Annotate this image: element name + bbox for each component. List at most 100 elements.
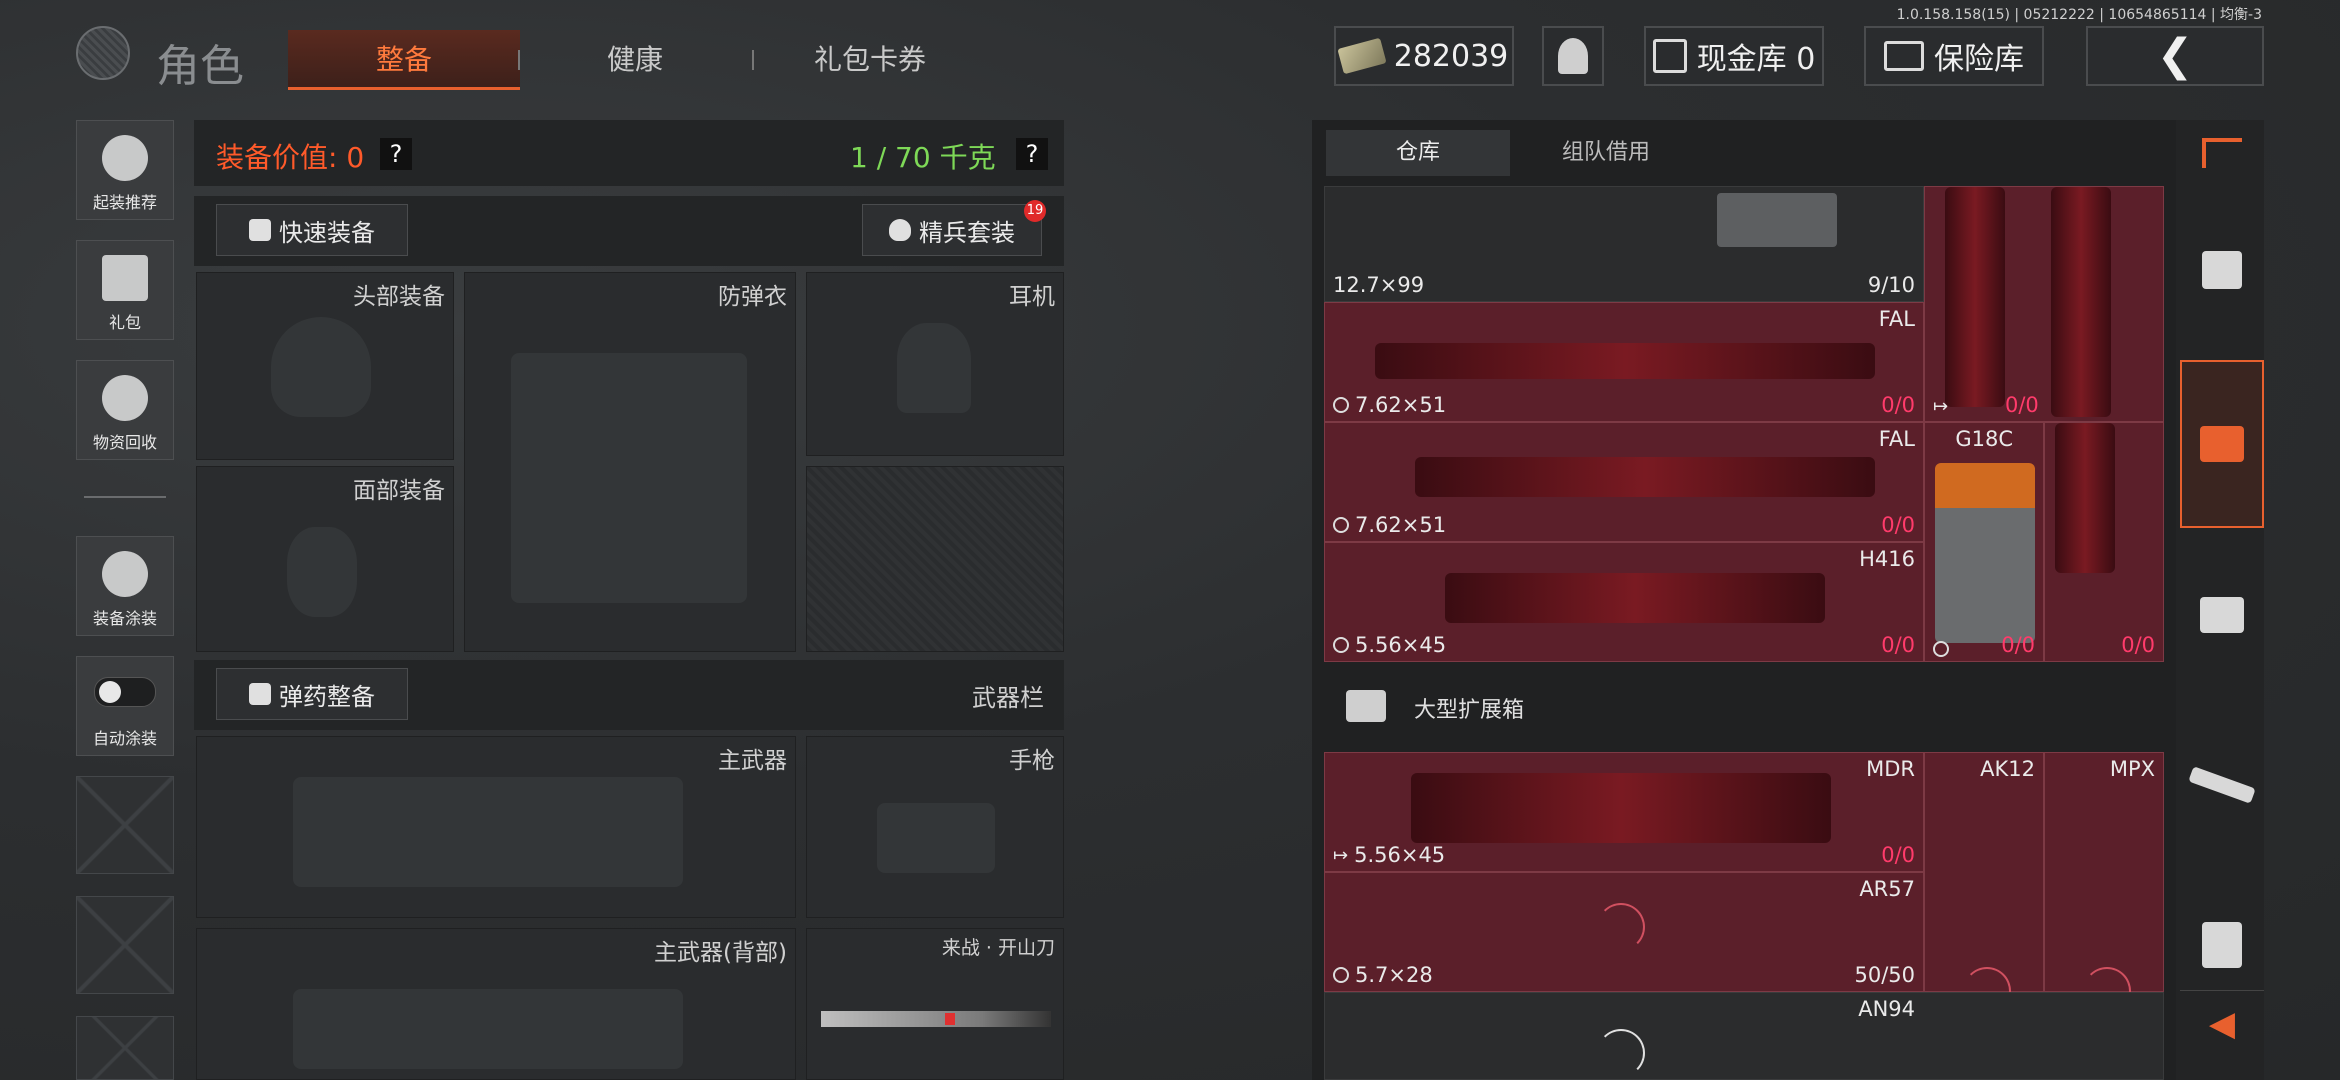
sidebar-label: 自动涂装 — [92, 729, 157, 748]
character-logo-icon — [76, 26, 130, 80]
primary-weapon-slot[interactable]: 主武器 — [196, 736, 796, 918]
ammo-type — [1933, 641, 1949, 657]
head-slot[interactable]: 头部装备 — [196, 272, 454, 460]
weapon-name: MDR — [1866, 757, 1915, 781]
tab-health[interactable]: 健康 — [540, 30, 730, 90]
elite-set-button[interactable]: 精兵套装 — [862, 204, 1042, 256]
auto-skin-toggle[interactable] — [94, 677, 156, 707]
box-nav[interactable] — [2180, 560, 2264, 670]
weapon-cell-fal[interactable]: FAL 7.62×51 0/0 — [1324, 422, 1924, 542]
weapon-cell-an94[interactable]: AN94 — [1324, 992, 2164, 1080]
money-icon — [1337, 37, 1387, 75]
elite-set-label: 精兵套装 — [919, 218, 1015, 247]
box-icon — [2200, 597, 2244, 633]
weapon-cell-fal[interactable]: FAL 7.62×51 0/0 — [1324, 302, 1924, 422]
money-display: 282039 — [1334, 26, 1514, 86]
sort-button[interactable] — [2180, 126, 2264, 180]
tab-separator — [752, 50, 754, 70]
weapon-cell[interactable]: 0/0 — [2044, 422, 2164, 662]
weapon-cell-h416[interactable]: H416 5.56×45 0/0 — [1324, 542, 1924, 662]
weapon-name: AN94 — [1858, 997, 1915, 1021]
armor-nav[interactable] — [2180, 900, 2264, 990]
tab-warehouse[interactable]: 仓库 — [1326, 130, 1510, 176]
quick-equip-button[interactable]: 快速装备 — [216, 204, 408, 256]
slot-label: 主武器(背部) — [654, 940, 787, 966]
armor-slot[interactable]: 防弹衣 — [464, 272, 796, 652]
weapon-name: AR57 — [1859, 877, 1915, 901]
sidebar-recycle[interactable]: 物资回收 — [76, 360, 174, 460]
sidebar-empty-slot — [76, 1016, 174, 1080]
face-slot[interactable]: 面部装备 — [196, 466, 454, 652]
slot-label: 耳机 — [1009, 284, 1055, 310]
weapon-name: FAL — [1878, 307, 1915, 331]
sidebar-skin[interactable]: 装备涂装 — [76, 536, 174, 636]
primary-back-slot[interactable]: 主武器(背部) — [196, 928, 796, 1080]
melee-slot[interactable]: 来战 · 开山刀 — [806, 928, 1064, 1080]
ammo-prep-button[interactable]: 弹药整备 — [216, 668, 408, 720]
soldier-avatar-icon — [1558, 38, 1588, 74]
headset-icon — [897, 323, 971, 413]
weapon-cell[interactable]: 12.7×99 9/10 — [1324, 186, 1924, 302]
pistol-icon — [877, 803, 995, 873]
fal-rifle-icon — [1375, 343, 1875, 379]
slot-label: 防弹衣 — [718, 284, 787, 310]
tab-equip[interactable]: 整备 — [288, 30, 520, 90]
case-nav[interactable] — [2180, 360, 2264, 528]
sidebar-auto-skin[interactable]: 自动涂装 — [76, 656, 174, 756]
item-count: 0/0 — [1881, 843, 1915, 867]
rifle-vertical-icon — [2055, 423, 2115, 573]
weapon-cell-mdr[interactable]: MDR ↦ 5.56×45 0/0 — [1324, 752, 1924, 872]
home-nav[interactable] — [2180, 210, 2264, 330]
sidebar-recommend[interactable]: 起装推荐 — [76, 120, 174, 220]
ammo-icon — [1333, 517, 1349, 533]
ammo-type: 12.7×99 — [1333, 273, 1425, 297]
sidebar-empty-slot — [76, 776, 174, 874]
slot-label: 主武器 — [718, 748, 787, 774]
safe-button[interactable]: 保险库 — [1864, 26, 2044, 86]
shield-icon — [889, 219, 911, 241]
weapon-nav[interactable] — [2180, 700, 2264, 870]
ammo-type: 5.56×45 — [1333, 633, 1446, 657]
ammo-icon — [1333, 397, 1349, 413]
fal-rifle-icon — [1415, 457, 1875, 497]
ammo-icon — [1333, 967, 1349, 983]
item-count: 50/50 — [1854, 963, 1915, 987]
rifle-vertical-icon — [1945, 187, 2005, 407]
case-icon — [2200, 426, 2244, 462]
version-text: 1.0.158.158(15) | 05212222 | 10654865114… — [1896, 7, 2262, 23]
ammo-type: 7.62×51 — [1333, 513, 1446, 537]
pistol-slot[interactable]: 手枪 — [806, 736, 1064, 918]
tab-team-borrow[interactable]: 组队借用 — [1510, 130, 1702, 176]
sidebar-label: 物资回收 — [92, 433, 157, 452]
collapse-button[interactable]: ◀ — [2180, 990, 2264, 1056]
value-help-icon[interactable]: ? — [380, 138, 412, 170]
g18c-pistol-icon — [1935, 463, 2035, 643]
weapon-cell[interactable]: ↦ 0/0 — [1924, 186, 2164, 422]
ammo-type: 7.62×51 — [1333, 393, 1446, 417]
recycle-icon — [102, 375, 148, 421]
vest-icon — [2202, 922, 2242, 968]
weapon-cell-ak12[interactable]: AK12 — [1924, 752, 2044, 1015]
weapon-cell-ar57[interactable]: AR57 5.7×28 50/50 — [1324, 872, 1924, 992]
tab-gift-cards[interactable]: 礼包卡券 — [770, 30, 970, 90]
avatar-button[interactable] — [1542, 26, 1604, 86]
cash-vault-button[interactable]: 现金库 0 — [1644, 26, 1824, 86]
weapon-cell-g18c[interactable]: G18C 0/0 — [1924, 422, 2044, 662]
sidebar-gift[interactable]: 礼包 — [76, 240, 174, 340]
back-button[interactable]: ❮ — [2086, 26, 2264, 86]
ammo-icon — [1933, 641, 1949, 657]
rifle-icon — [2188, 766, 2256, 804]
weight-help-icon[interactable]: ? — [1016, 138, 1048, 170]
sidebar-divider — [84, 496, 166, 498]
section-title: 大型扩展箱 — [1414, 698, 1525, 723]
sidebar-empty-slot — [76, 896, 174, 994]
weapon-name: H416 — [1859, 547, 1915, 571]
headset-slot[interactable]: 耳机 — [806, 272, 1064, 456]
ammo-box-icon — [1717, 193, 1837, 247]
item-count: 0/0 — [1881, 513, 1915, 537]
page-title: 角色 — [156, 41, 244, 92]
ammo-icon — [1333, 637, 1349, 653]
item-count: 0/0 — [1881, 633, 1915, 657]
weapon-cell-mpx[interactable]: MPX — [2044, 752, 2164, 1015]
machete-icon — [821, 1011, 1051, 1027]
